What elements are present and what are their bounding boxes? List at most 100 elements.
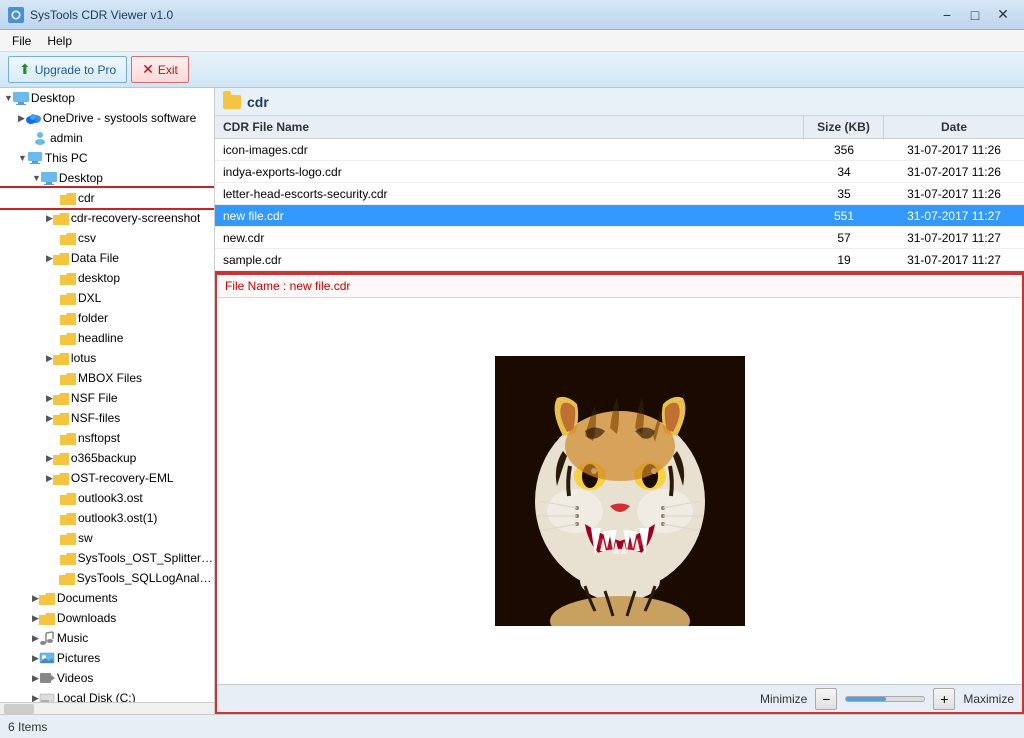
upgrade-button[interactable]: ⬆ Upgrade to Pro <box>8 56 127 83</box>
menu-file[interactable]: File <box>4 32 39 50</box>
file-list-section: CDR File Name Size (KB) Date icon-images… <box>215 116 1024 273</box>
tree-item-cdr-recovery[interactable]: ▶ cdr-recovery-screenshot <box>0 208 214 228</box>
tree-item-documents[interactable]: ▶ Documents <box>0 588 214 608</box>
tree-item-onedrive[interactable]: ▶ OneDrive - systools software <box>0 108 214 128</box>
tree-item-desktop-sub[interactable]: ▼ Desktop <box>0 168 214 188</box>
file-cell-name-0: icon-images.cdr <box>215 143 804 157</box>
expand-music[interactable]: ▶ <box>32 633 39 644</box>
tree-item-admin[interactable]: admin <box>0 128 214 148</box>
expand-onedrive[interactable]: ▶ <box>18 113 25 124</box>
expand-thispc[interactable]: ▼ <box>18 153 27 163</box>
thispc-icon <box>27 150 43 166</box>
folder-icon-csv <box>60 230 76 246</box>
expand-nsffiles[interactable]: ▶ <box>46 413 53 424</box>
file-row-1[interactable]: indya-exports-logo.cdr 34 31-07-2017 11:… <box>215 161 1024 183</box>
folder-icon-datafile <box>53 250 69 266</box>
tree-label-videos: Videos <box>57 671 93 685</box>
tree-item-videos[interactable]: ▶ Videos <box>0 668 214 688</box>
file-row-5[interactable]: sample.cdr 19 31-07-2017 11:27 <box>215 249 1024 271</box>
file-row-3[interactable]: new file.cdr 551 31-07-2017 11:27 <box>215 205 1024 227</box>
zoom-in-button[interactable]: + <box>933 688 955 710</box>
folder-icon-nsffiles <box>53 410 69 426</box>
upgrade-label: Upgrade to Pro <box>35 63 116 77</box>
tree-item-thispc[interactable]: ▼ This PC <box>0 148 214 168</box>
zoom-out-button[interactable]: − <box>815 688 837 710</box>
expand-lotus[interactable]: ▶ <box>46 353 53 364</box>
folder-icon-sw <box>60 530 76 546</box>
tree-item-ost-eml[interactable]: ▶ OST-recovery-EML <box>0 468 214 488</box>
tree-item-headline[interactable]: headline <box>0 328 214 348</box>
preview-panel: File Name : new file.cdr <box>215 273 1024 714</box>
expand-o365[interactable]: ▶ <box>46 453 53 464</box>
minimize-label: Minimize <box>760 692 807 706</box>
tree-item-desktop[interactable]: ▼ Desktop <box>0 88 214 108</box>
expand-ost-eml[interactable]: ▶ <box>46 473 53 484</box>
file-row-0[interactable]: icon-images.cdr 356 31-07-2017 11:26 <box>215 139 1024 161</box>
main-content: ▼ Desktop ▶ OneDrive - systools software… <box>0 88 1024 714</box>
tree-item-systools-ost[interactable]: SysTools_OST_Splitter_... <box>0 548 214 568</box>
expand-nsffile[interactable]: ▶ <box>46 393 53 404</box>
preview-bottom-bar: Minimize − + Maximize <box>217 684 1022 712</box>
tree-item-lotus[interactable]: ▶ lotus <box>0 348 214 368</box>
expand-documents[interactable]: ▶ <box>32 593 39 604</box>
folder-icon-systools-sql <box>59 570 75 586</box>
expand-videos[interactable]: ▶ <box>32 673 39 684</box>
tree-label-nsftopst: nsftopst <box>78 431 120 445</box>
minimize-button[interactable]: − <box>934 5 960 25</box>
close-button[interactable]: ✕ <box>990 5 1016 25</box>
tree-item-sw[interactable]: sw <box>0 528 214 548</box>
tree-label-csv: csv <box>78 231 96 245</box>
tree-item-nsffiles[interactable]: ▶ NSF-files <box>0 408 214 428</box>
file-row-2[interactable]: letter-head-escorts-security.cdr 35 31-0… <box>215 183 1024 205</box>
tree-item-mbox[interactable]: MBOX Files <box>0 368 214 388</box>
tree-item-downloads[interactable]: ▶ Downloads <box>0 608 214 628</box>
expand-cdr-recovery[interactable]: ▶ <box>46 213 53 224</box>
menu-help[interactable]: Help <box>39 32 80 50</box>
tree-label-outlook3: outlook3.ost <box>78 491 143 505</box>
tree-label-desktop-sub: Desktop <box>59 171 103 185</box>
tree-item-nsffile[interactable]: ▶ NSF File <box>0 388 214 408</box>
tree-item-o365[interactable]: ▶ o365backup <box>0 448 214 468</box>
exit-button[interactable]: ✕ Exit <box>131 56 189 83</box>
tree-label-thispc: This PC <box>45 151 88 165</box>
folder-icon-outlook3b <box>60 510 76 526</box>
title-bar: SysTools CDR Viewer v1.0 − □ ✕ <box>0 0 1024 30</box>
tree-label-mbox: MBOX Files <box>78 371 142 385</box>
tree-scrollbar[interactable] <box>0 702 214 714</box>
tree-item-pictures[interactable]: ▶ Pictures <box>0 648 214 668</box>
expand-downloads[interactable]: ▶ <box>32 613 39 624</box>
expand-desktop[interactable]: ▼ <box>4 93 13 103</box>
file-row-4[interactable]: new.cdr 57 31-07-2017 11:27 <box>215 227 1024 249</box>
tree-label-o365: o365backup <box>71 451 136 465</box>
exit-icon: ✕ <box>142 61 154 78</box>
tree-item-desktop3[interactable]: desktop <box>0 268 214 288</box>
tree-item-outlook3[interactable]: outlook3.ost <box>0 488 214 508</box>
expand-pictures[interactable]: ▶ <box>32 653 39 664</box>
file-cell-name-3: new file.cdr <box>215 209 804 223</box>
tree-label-nsffile: NSF File <box>71 391 118 405</box>
maximize-button[interactable]: □ <box>962 5 988 25</box>
status-bar: 6 Items <box>0 714 1024 738</box>
file-cell-name-5: sample.cdr <box>215 253 804 267</box>
file-cell-date-0: 31-07-2017 11:26 <box>884 143 1024 157</box>
admin-icon <box>32 130 48 146</box>
tree-item-csv[interactable]: csv <box>0 228 214 248</box>
tree-item-outlook3b[interactable]: outlook3.ost(1) <box>0 508 214 528</box>
tree-item-cdr[interactable]: cdr <box>0 188 214 208</box>
tree-item-systools-sql[interactable]: SysTools_SQLLogAnalyza... <box>0 568 214 588</box>
folder-icon-recovery <box>53 210 69 226</box>
expand-datafile[interactable]: ▶ <box>46 253 53 264</box>
tree-item-nsftopst[interactable]: nsftopst <box>0 428 214 448</box>
right-panel: cdr CDR File Name Size (KB) Date icon-im… <box>215 88 1024 714</box>
file-tree-panel[interactable]: ▼ Desktop ▶ OneDrive - systools software… <box>0 88 215 714</box>
tree-item-datafile[interactable]: ▶ Data File <box>0 248 214 268</box>
folder-icon-outlook3 <box>60 490 76 506</box>
expand-desktop-sub[interactable]: ▼ <box>32 173 41 183</box>
tree-label-systools-ost: SysTools_OST_Splitter_... <box>78 551 214 565</box>
tree-item-music[interactable]: ▶ Music <box>0 628 214 648</box>
tree-item-dxl[interactable]: DXL <box>0 288 214 308</box>
tree-label-sw: sw <box>78 531 93 545</box>
file-cell-size-5: 19 <box>804 253 884 267</box>
tree-label-downloads: Downloads <box>57 611 116 625</box>
tree-item-folder[interactable]: folder <box>0 308 214 328</box>
